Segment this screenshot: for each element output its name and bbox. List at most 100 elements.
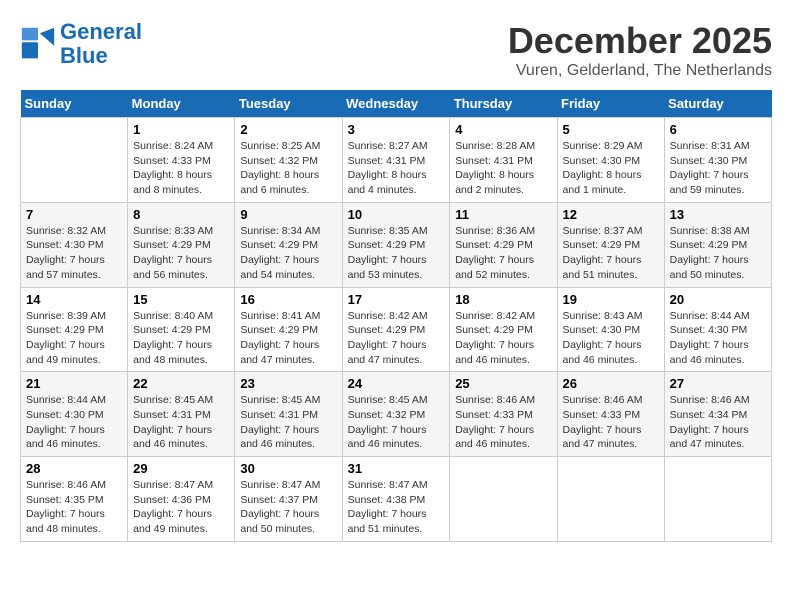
table-row: 24Sunrise: 8:45 AMSunset: 4:32 PMDayligh… bbox=[342, 372, 450, 457]
day-number: 13 bbox=[670, 207, 766, 222]
table-row: 23Sunrise: 8:45 AMSunset: 4:31 PMDayligh… bbox=[235, 372, 342, 457]
table-row: 8Sunrise: 8:33 AMSunset: 4:29 PMDaylight… bbox=[128, 202, 235, 287]
logo-text: General Blue bbox=[60, 20, 142, 68]
col-friday: Friday bbox=[557, 90, 664, 118]
table-row bbox=[21, 118, 128, 203]
table-row: 2 Sunrise: 8:25 AMSunset: 4:32 PMDaylight… bbox=[235, 118, 342, 203]
day-info: Sunrise: 8:35 AMSunset: 4:29 PMDaylight:… bbox=[348, 224, 445, 283]
calendar-week-row: 14 Sunrise: 8:39 AMSunset: 4:29 PMDayligh… bbox=[21, 287, 772, 372]
day-number: 1 bbox=[133, 122, 229, 137]
month-title: December 2025 bbox=[508, 20, 772, 62]
day-info: Sunrise: 8:31 AMSunset: 4:30 PMDaylight:… bbox=[670, 139, 766, 198]
table-row: 16 Sunrise: 8:41 AMSunset: 4:29 PMDayligh… bbox=[235, 287, 342, 372]
day-number: 6 bbox=[670, 122, 766, 137]
logo-line1: General bbox=[60, 19, 142, 44]
table-row: 13 Sunrise: 8:38 AMSunset: 4:29 PMDayligh… bbox=[664, 202, 771, 287]
day-number: 5 bbox=[563, 122, 659, 137]
day-number: 15 bbox=[133, 292, 229, 307]
day-info: Sunrise: 8:47 AMSunset: 4:37 PMDaylight:… bbox=[240, 478, 336, 537]
table-row: 18Sunrise: 8:42 AMSunset: 4:29 PMDayligh… bbox=[450, 287, 557, 372]
col-saturday: Saturday bbox=[664, 90, 771, 118]
day-number: 31 bbox=[348, 461, 445, 476]
day-info: Sunrise: 8:43 AMSunset: 4:30 PMDaylight:… bbox=[563, 309, 659, 368]
table-row: 26 Sunrise: 8:46 AMSunset: 4:33 PMDayligh… bbox=[557, 372, 664, 457]
table-row: 31 Sunrise: 8:47 AMSunset: 4:38 PMDayligh… bbox=[342, 457, 450, 542]
day-number: 8 bbox=[133, 207, 229, 222]
table-row: 22Sunrise: 8:45 AMSunset: 4:31 PMDayligh… bbox=[128, 372, 235, 457]
day-info: Sunrise: 8:45 AMSunset: 4:32 PMDaylight:… bbox=[348, 393, 445, 452]
table-row: 12Sunrise: 8:37 AMSunset: 4:29 PMDayligh… bbox=[557, 202, 664, 287]
day-info: Sunrise: 8:28 AMSunset: 4:31 PMDaylight:… bbox=[455, 139, 551, 198]
day-info: Sunrise: 8:37 AMSunset: 4:29 PMDaylight:… bbox=[563, 224, 659, 283]
day-info: Sunrise: 8:41 AMSunset: 4:29 PMDaylight:… bbox=[240, 309, 336, 368]
logo-icon bbox=[20, 26, 56, 62]
page-header: General Blue December 2025 Vuren, Gelder… bbox=[20, 20, 772, 80]
logo: General Blue bbox=[20, 20, 142, 68]
day-number: 26 bbox=[563, 376, 659, 391]
day-info: Sunrise: 8:32 AMSunset: 4:30 PMDaylight:… bbox=[26, 224, 122, 283]
day-info: Sunrise: 8:44 AMSunset: 4:30 PMDaylight:… bbox=[26, 393, 122, 452]
day-info: Sunrise: 8:34 AMSunset: 4:29 PMDaylight:… bbox=[240, 224, 336, 283]
day-info: Sunrise: 8:47 AMSunset: 4:36 PMDaylight:… bbox=[133, 478, 229, 537]
calendar-week-row: 1 Sunrise: 8:24 AMSunset: 4:33 PMDaylight… bbox=[21, 118, 772, 203]
table-row: 29 Sunrise: 8:47 AMSunset: 4:36 PMDayligh… bbox=[128, 457, 235, 542]
table-row: 30 Sunrise: 8:47 AMSunset: 4:37 PMDayligh… bbox=[235, 457, 342, 542]
calendar-week-row: 28Sunrise: 8:46 AMSunset: 4:35 PMDayligh… bbox=[21, 457, 772, 542]
table-row: 5 Sunrise: 8:29 AMSunset: 4:30 PMDaylight… bbox=[557, 118, 664, 203]
day-number: 7 bbox=[26, 207, 122, 222]
day-info: Sunrise: 8:36 AMSunset: 4:29 PMDaylight:… bbox=[455, 224, 551, 283]
table-row: 25Sunrise: 8:46 AMSunset: 4:33 PMDayligh… bbox=[450, 372, 557, 457]
day-info: Sunrise: 8:25 AMSunset: 4:32 PMDaylight:… bbox=[240, 139, 336, 198]
day-number: 10 bbox=[348, 207, 445, 222]
calendar-table: Sunday Monday Tuesday Wednesday Thursday… bbox=[20, 90, 772, 542]
table-row: 15 Sunrise: 8:40 AMSunset: 4:29 PMDayligh… bbox=[128, 287, 235, 372]
day-number: 29 bbox=[133, 461, 229, 476]
day-info: Sunrise: 8:27 AMSunset: 4:31 PMDaylight:… bbox=[348, 139, 445, 198]
table-row: 14 Sunrise: 8:39 AMSunset: 4:29 PMDayligh… bbox=[21, 287, 128, 372]
calendar-header-row: Sunday Monday Tuesday Wednesday Thursday… bbox=[21, 90, 772, 118]
day-info: Sunrise: 8:42 AMSunset: 4:29 PMDaylight:… bbox=[348, 309, 445, 368]
day-info: Sunrise: 8:45 AMSunset: 4:31 PMDaylight:… bbox=[133, 393, 229, 452]
day-number: 30 bbox=[240, 461, 336, 476]
day-info: Sunrise: 8:40 AMSunset: 4:29 PMDaylight:… bbox=[133, 309, 229, 368]
table-row: 28Sunrise: 8:46 AMSunset: 4:35 PMDayligh… bbox=[21, 457, 128, 542]
calendar-week-row: 7 Sunrise: 8:32 AMSunset: 4:30 PMDaylight… bbox=[21, 202, 772, 287]
table-row: 9 Sunrise: 8:34 AMSunset: 4:29 PMDaylight… bbox=[235, 202, 342, 287]
table-row: 17Sunrise: 8:42 AMSunset: 4:29 PMDayligh… bbox=[342, 287, 450, 372]
day-number: 4 bbox=[455, 122, 551, 137]
location-subtitle: Vuren, Gelderland, The Netherlands bbox=[508, 62, 772, 80]
col-thursday: Thursday bbox=[450, 90, 557, 118]
day-info: Sunrise: 8:24 AMSunset: 4:33 PMDaylight:… bbox=[133, 139, 229, 198]
logo-line2: Blue bbox=[60, 43, 108, 68]
table-row: 11Sunrise: 8:36 AMSunset: 4:29 PMDayligh… bbox=[450, 202, 557, 287]
table-row: 3Sunrise: 8:27 AMSunset: 4:31 PMDaylight… bbox=[342, 118, 450, 203]
table-row: 1 Sunrise: 8:24 AMSunset: 4:33 PMDaylight… bbox=[128, 118, 235, 203]
day-info: Sunrise: 8:38 AMSunset: 4:29 PMDaylight:… bbox=[670, 224, 766, 283]
col-sunday: Sunday bbox=[21, 90, 128, 118]
title-section: December 2025 Vuren, Gelderland, The Net… bbox=[508, 20, 772, 80]
table-row: 7 Sunrise: 8:32 AMSunset: 4:30 PMDaylight… bbox=[21, 202, 128, 287]
day-info: Sunrise: 8:46 AMSunset: 4:33 PMDaylight:… bbox=[563, 393, 659, 452]
day-number: 9 bbox=[240, 207, 336, 222]
table-row: 6 Sunrise: 8:31 AMSunset: 4:30 PMDaylight… bbox=[664, 118, 771, 203]
table-row: 10 Sunrise: 8:35 AMSunset: 4:29 PMDayligh… bbox=[342, 202, 450, 287]
table-row: 4 Sunrise: 8:28 AMSunset: 4:31 PMDaylight… bbox=[450, 118, 557, 203]
day-info: Sunrise: 8:46 AMSunset: 4:34 PMDaylight:… bbox=[670, 393, 766, 452]
day-number: 14 bbox=[26, 292, 122, 307]
col-monday: Monday bbox=[128, 90, 235, 118]
table-row: 19Sunrise: 8:43 AMSunset: 4:30 PMDayligh… bbox=[557, 287, 664, 372]
col-wednesday: Wednesday bbox=[342, 90, 450, 118]
day-number: 16 bbox=[240, 292, 336, 307]
table-row bbox=[664, 457, 771, 542]
day-number: 21 bbox=[26, 376, 122, 391]
table-row: 20Sunrise: 8:44 AMSunset: 4:30 PMDayligh… bbox=[664, 287, 771, 372]
day-number: 2 bbox=[240, 122, 336, 137]
table-row: 27 Sunrise: 8:46 AMSunset: 4:34 PMDayligh… bbox=[664, 372, 771, 457]
day-info: Sunrise: 8:39 AMSunset: 4:29 PMDaylight:… bbox=[26, 309, 122, 368]
table-row: 21 Sunrise: 8:44 AMSunset: 4:30 PMDayligh… bbox=[21, 372, 128, 457]
day-info: Sunrise: 8:47 AMSunset: 4:38 PMDaylight:… bbox=[348, 478, 445, 537]
day-info: Sunrise: 8:29 AMSunset: 4:30 PMDaylight:… bbox=[563, 139, 659, 198]
day-number: 25 bbox=[455, 376, 551, 391]
day-number: 27 bbox=[670, 376, 766, 391]
day-info: Sunrise: 8:45 AMSunset: 4:31 PMDaylight:… bbox=[240, 393, 336, 452]
